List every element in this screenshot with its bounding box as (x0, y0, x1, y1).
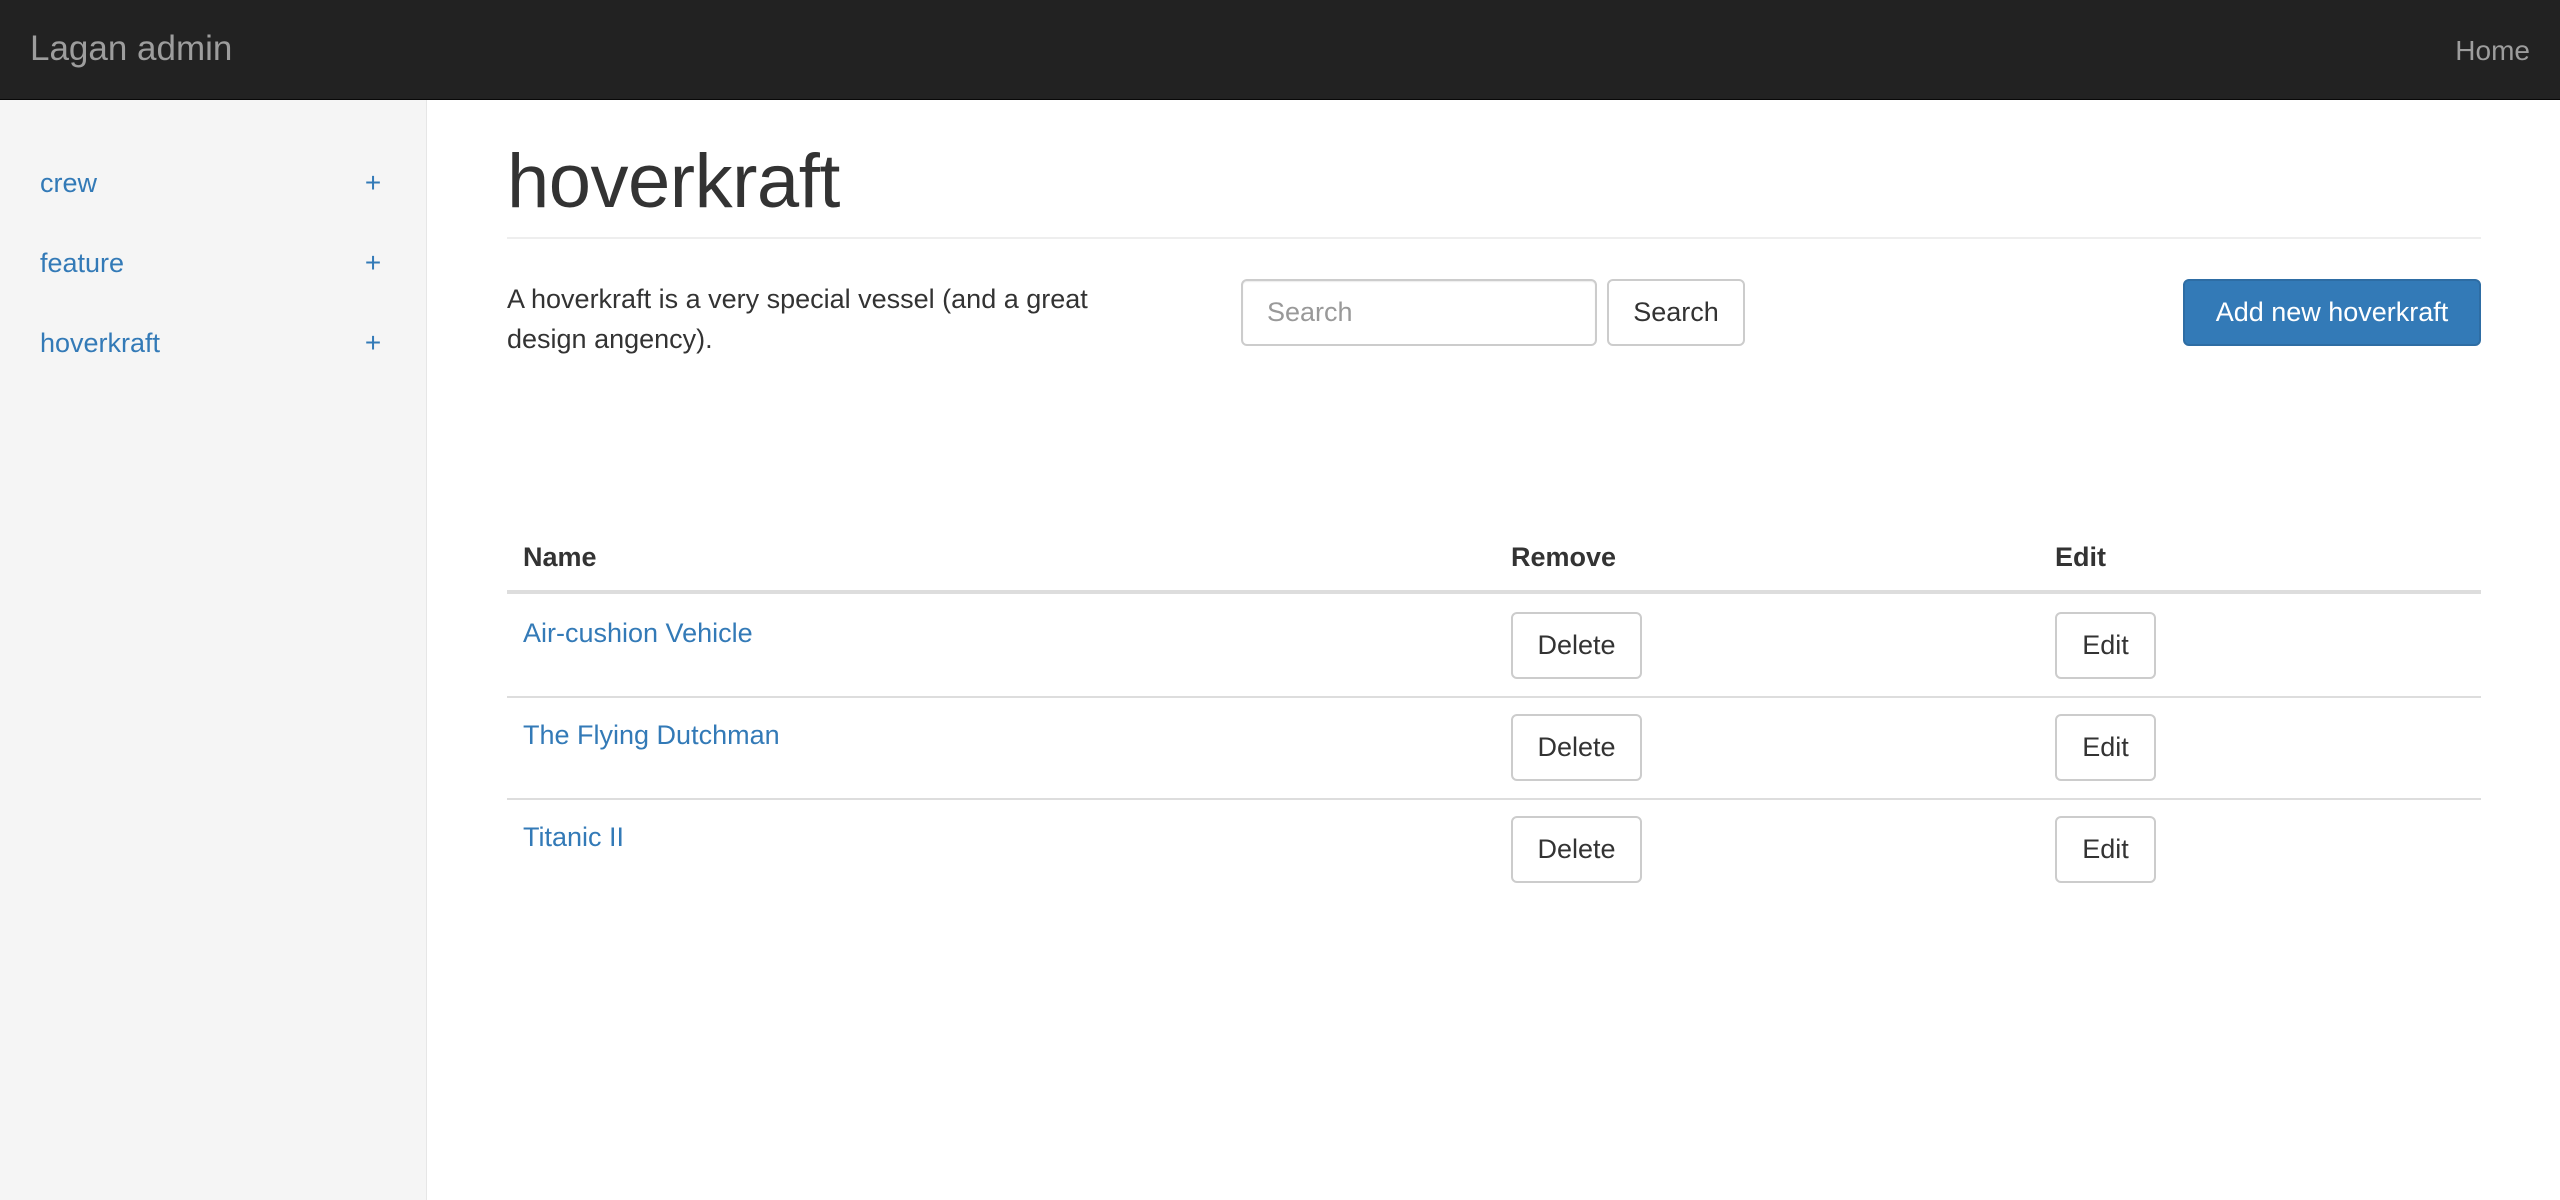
top-navbar: Lagan admin Home (0, 0, 2560, 100)
edit-button[interactable]: Edit (2055, 612, 2156, 679)
row-name-link[interactable]: Air-cushion Vehicle (523, 618, 753, 649)
row-name-link[interactable]: Titanic II (523, 822, 624, 853)
title-divider (507, 237, 2481, 239)
sidebar-item-hoverkraft[interactable]: hoverkraft + (40, 323, 387, 363)
row-divider (507, 798, 2481, 800)
page-title: hoverkraft (507, 139, 840, 224)
delete-button[interactable]: Delete (1511, 816, 1642, 883)
edit-button[interactable]: Edit (2055, 714, 2156, 781)
column-header-remove: Remove (1511, 542, 1617, 572)
column-header-edit: Edit (2055, 542, 2106, 572)
page-description: A hoverkraft is a very special vessel (a… (507, 284, 1088, 354)
sidebar-item-label[interactable]: feature (40, 248, 124, 279)
search-button[interactable]: Search (1607, 279, 1745, 346)
edit-button[interactable]: Edit (2055, 816, 2156, 883)
row-name-link[interactable]: The Flying Dutchman (523, 720, 780, 751)
sidebar: crew + feature + hoverkraft + (0, 100, 427, 1200)
table-row: Titanic II Delete Edit (507, 798, 2481, 900)
plus-icon[interactable]: + (359, 167, 387, 199)
nav-home-link[interactable]: Home (2455, 35, 2530, 67)
search-input[interactable] (1241, 279, 1597, 346)
sidebar-item-label[interactable]: hoverkraft (40, 328, 160, 359)
plus-icon[interactable]: + (359, 327, 387, 359)
sidebar-item-feature[interactable]: feature + (40, 243, 387, 283)
table-row: The Flying Dutchman Delete Edit (507, 696, 2481, 798)
row-divider (507, 696, 2481, 698)
brand-link[interactable]: Lagan admin (30, 29, 232, 69)
table-row: Air-cushion Vehicle Delete Edit (507, 594, 2481, 696)
column-header-name: Name (523, 542, 597, 572)
add-new-button[interactable]: Add new hoverkraft (2183, 279, 2481, 346)
sidebar-item-label[interactable]: crew (40, 168, 97, 199)
sidebar-item-crew[interactable]: crew + (40, 163, 387, 203)
delete-button[interactable]: Delete (1511, 612, 1642, 679)
plus-icon[interactable]: + (359, 247, 387, 279)
delete-button[interactable]: Delete (1511, 714, 1642, 781)
